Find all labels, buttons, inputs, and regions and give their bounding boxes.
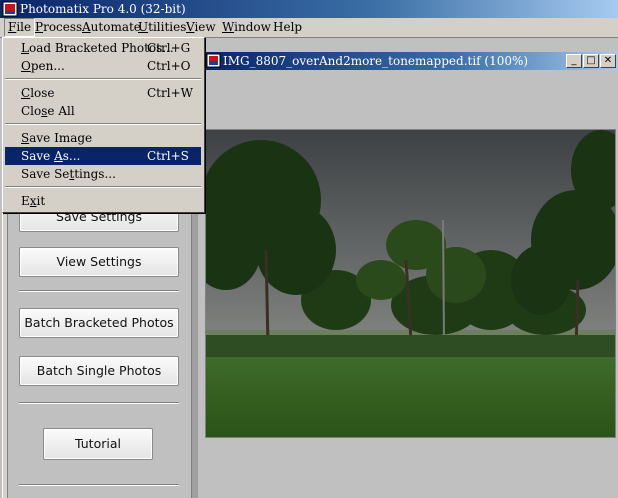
menu-item-accel: L (21, 41, 29, 55)
batch-single-photos-button[interactable]: Batch Single Photos (19, 356, 179, 386)
menu-bar: File Process Automate Utilities View Win… (0, 18, 618, 38)
menu-item-exit[interactable]: Exit (5, 192, 201, 210)
menu-item-label: s... (62, 149, 81, 163)
tonemapped-image[interactable] (205, 129, 616, 438)
menu-file[interactable]: File (4, 18, 36, 37)
file-menu-dropdown: Load Bracketed Photos... Ctrl+G Open... … (2, 37, 205, 213)
menu-item-save-as[interactable]: Save As... Ctrl+S (5, 147, 201, 165)
settings-palette: Save Settings View Settings Batch Bracke… (2, 202, 198, 498)
park-photo-illustration (206, 130, 615, 437)
menu-item-accel: S (21, 131, 30, 145)
maximize-button[interactable]: □ (583, 54, 599, 68)
menu-item-shortcut: Ctrl+O (147, 59, 191, 73)
menu-item-shortcut: Ctrl+S (147, 149, 189, 163)
menu-item-shortcut: Ctrl+G (147, 41, 191, 55)
menu-window-accel: W (222, 20, 235, 34)
tutorial-button[interactable]: Tutorial (43, 428, 153, 460)
menu-automate-accel: A (82, 20, 91, 34)
menu-item-accel: O (21, 59, 31, 73)
menu-process-accel: P (35, 20, 44, 34)
close-button[interactable]: ✕ (600, 54, 616, 68)
menu-item-save-settings[interactable]: Save Settings... (5, 165, 201, 183)
palette-scrollbar[interactable] (191, 205, 198, 498)
palette-left-edge (2, 205, 8, 498)
maximize-icon: □ (586, 55, 596, 66)
menu-item-label: e All (47, 104, 75, 118)
menu-utilities-accel: U (138, 20, 149, 34)
close-icon: ✕ (603, 55, 613, 66)
menu-item-label: E (21, 194, 30, 208)
menu-item-accel: C (21, 86, 31, 100)
app-title-bar: Photomatix Pro 4.0 (32-bit) (0, 0, 618, 18)
menu-window-rest: indow (234, 20, 271, 34)
menu-view[interactable]: View (183, 19, 219, 36)
batch-bracketed-photos-button[interactable]: Batch Bracketed Photos (19, 308, 179, 338)
minimize-button[interactable]: _ (566, 54, 582, 68)
image-window: IMG_8807_overAnd2more_tonemapped.tif (10… (203, 52, 618, 70)
menu-utilities[interactable]: Utilities (135, 19, 189, 36)
menu-automate-rest: utomate (90, 20, 141, 34)
photomatix-app-icon (2, 1, 18, 17)
palette-divider (19, 290, 179, 292)
menu-separator (5, 78, 201, 80)
menu-item-open[interactable]: Open... Ctrl+O (5, 57, 201, 75)
image-window-title: IMG_8807_overAnd2more_tonemapped.tif (10… (223, 54, 529, 68)
menu-separator (5, 186, 201, 188)
menu-item-label: Clo (21, 104, 42, 118)
menu-item-close-all[interactable]: Close All (5, 102, 201, 120)
image-document-icon (206, 53, 221, 68)
menu-item-label: it (36, 194, 46, 208)
menu-item-close[interactable]: Close Ctrl+W (5, 84, 201, 102)
menu-view-rest: iew (194, 20, 216, 34)
menu-process[interactable]: Process (32, 19, 85, 36)
menu-process-rest: rocess (43, 20, 83, 34)
palette-divider (19, 402, 179, 404)
menu-help[interactable]: Help (270, 19, 305, 36)
menu-item-accel: A (54, 149, 63, 163)
minimize-icon: _ (571, 55, 577, 66)
menu-item-accel: x (29, 194, 37, 208)
view-settings-button[interactable]: View Settings (19, 247, 179, 277)
menu-help-label: Help (273, 20, 303, 34)
menu-item-shortcut: Ctrl+W (147, 86, 193, 100)
menu-utilities-rest: tilities (148, 20, 187, 34)
menu-file-rest: ile (16, 20, 32, 34)
menu-item-label: Save Se (21, 167, 70, 181)
image-window-title-bar[interactable]: IMG_8807_overAnd2more_tonemapped.tif (10… (203, 52, 618, 70)
menu-window[interactable]: Window (219, 19, 274, 36)
menu-item-label: tings... (74, 167, 116, 181)
menu-item-label: pen... (30, 59, 65, 73)
menu-separator (5, 123, 201, 125)
palette-divider (19, 484, 179, 486)
menu-item-label: ave Image (29, 131, 93, 145)
menu-item-label: lose (30, 86, 55, 100)
menu-item-label: Save (21, 149, 55, 163)
app-title: Photomatix Pro 4.0 (32-bit) (20, 2, 186, 16)
menu-item-save-image[interactable]: Save Image (5, 129, 201, 147)
menu-item-load-bracketed-photos[interactable]: Load Bracketed Photos... Ctrl+G (5, 39, 201, 57)
